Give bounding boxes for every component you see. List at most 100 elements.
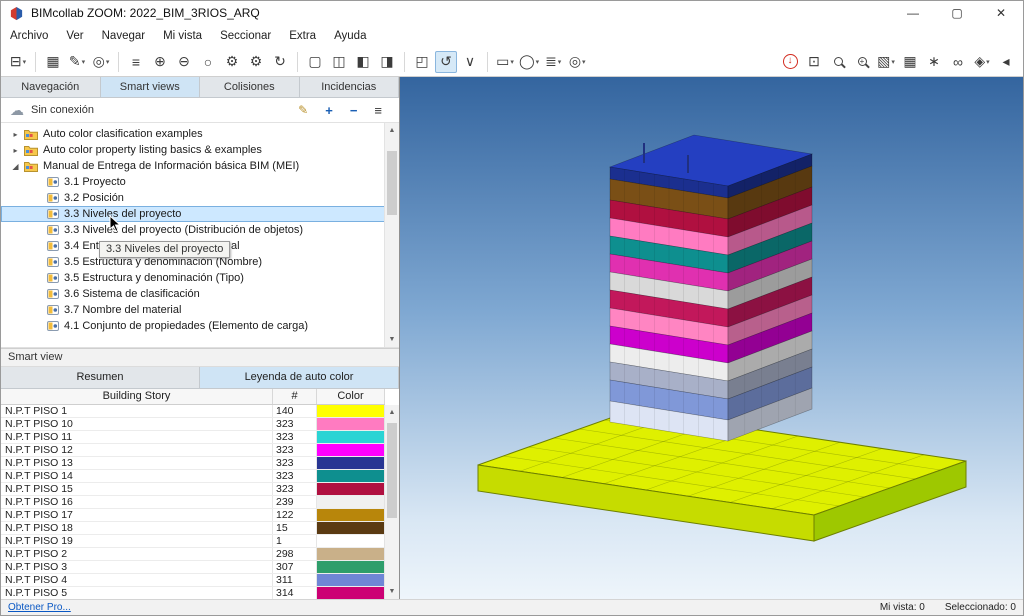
maximize-button[interactable]: ▢	[935, 1, 979, 25]
column-header-count[interactable]: #	[273, 389, 317, 404]
color-swatch	[317, 457, 384, 469]
legend-row-n-p-t-piso-3[interactable]: N.P.T PISO 3307	[1, 561, 385, 574]
legend-row-n-p-t-piso-18[interactable]: N.P.T PISO 1815	[1, 522, 385, 535]
collapse-toolbar-button[interactable]: ◂	[995, 51, 1017, 73]
legend-row-n-p-t-piso-1[interactable]: N.P.T PISO 1140	[1, 405, 385, 418]
tree-item-3-6-sistema-de-clasificaci-n[interactable]: 3.6 Sistema de clasificación	[1, 286, 399, 302]
tag-button[interactable]: ◈▾	[971, 51, 993, 73]
legend-row-n-p-t-piso-12[interactable]: N.P.T PISO 12323	[1, 444, 385, 457]
minimize-button[interactable]: —	[891, 1, 935, 25]
search-plus-button[interactable]: +	[851, 51, 873, 73]
tree-item-auto-color-property-listing-basics-examples[interactable]: ▸Auto color property listing basics & ex…	[1, 142, 399, 158]
tab-incidencias[interactable]: Incidencias	[300, 77, 400, 97]
viewport-3d[interactable]	[400, 77, 1023, 599]
close-button[interactable]: ✕	[979, 1, 1023, 25]
add-smartview-button[interactable]: +	[325, 103, 333, 118]
tree-item-3-3-niveles-del-proyecto[interactable]: 3.3 Niveles del proyecto	[1, 206, 399, 222]
collapse-arrow-icon[interactable]: ◢	[9, 162, 22, 171]
walk-mode-button[interactable]: ∨	[459, 51, 481, 73]
tab-colisiones[interactable]: Colisiones	[200, 77, 300, 97]
zoom-out-button[interactable]: ⊖	[173, 51, 195, 73]
section-box-button[interactable]: ▢	[304, 51, 326, 73]
menu-item-extra[interactable]: Extra	[280, 27, 325, 45]
edit-colors-button[interactable]: ✎▾	[66, 51, 88, 73]
load-issues-button[interactable]: ↓	[779, 51, 801, 73]
zoom-extents-button[interactable]: ⊕	[149, 51, 171, 73]
tree-item-3-2-posici-n[interactable]: 3.2 Posición	[1, 190, 399, 206]
save-button[interactable]: ▦	[42, 51, 64, 73]
tab-navegaci-n[interactable]: Navegación	[1, 77, 101, 97]
scroll-down-icon[interactable]: ▼	[385, 332, 399, 347]
open-model-button[interactable]: ⊟▾	[7, 51, 29, 73]
chevron-down-icon: ▾	[558, 58, 562, 66]
tab-resumen[interactable]: Resumen	[1, 367, 200, 388]
measure-button[interactable]: ▭▾	[494, 51, 516, 73]
table-scrollbar[interactable]: ▲ ▼	[384, 405, 399, 599]
column-header-building-story[interactable]: Building Story	[1, 389, 273, 404]
menu-item-seccionar[interactable]: Seccionar	[211, 27, 280, 45]
legend-row-n-p-t-piso-5[interactable]: N.P.T PISO 5314	[1, 587, 385, 599]
tree-item-auto-color-clasification-examples[interactable]: ▸Auto color clasification examples	[1, 126, 399, 142]
tree-scrollbar[interactable]: ▲ ▼	[384, 123, 399, 347]
legend-row-n-p-t-piso-2[interactable]: N.P.T PISO 2298	[1, 548, 385, 561]
tree-item-4-1-conjunto-de-propiedades-elemento-de-carga[interactable]: 4.1 Conjunto de propiedades (Elemento de…	[1, 318, 399, 334]
tab-leyenda-de-auto-color[interactable]: Leyenda de auto color	[200, 367, 399, 388]
column-header-color[interactable]: Color	[317, 389, 385, 404]
select-box-button[interactable]: ⊡	[803, 51, 825, 73]
tree-item-3-5-estructura-y-denominaci-n-tipo[interactable]: 3.5 Estructura y denominación (Tipo)	[1, 270, 399, 286]
menu-item-ayuda[interactable]: Ayuda	[325, 27, 375, 45]
look-around-button[interactable]: ○	[197, 51, 219, 73]
orbit-button[interactable]: ↺	[435, 51, 457, 73]
color-swatch	[317, 587, 384, 599]
spin-button[interactable]: ⚙	[221, 51, 243, 73]
edit-smartview-button[interactable]: ✎	[298, 103, 308, 117]
menu-item-ver[interactable]: Ver	[57, 27, 92, 45]
legend-count-cell: 323	[273, 483, 317, 495]
expand-arrow-icon[interactable]: ▸	[9, 130, 22, 139]
expand-arrow-icon[interactable]: ▸	[9, 146, 22, 155]
menu-item-mi-vista[interactable]: Mi vista	[154, 27, 211, 45]
scroll-up-icon[interactable]: ▲	[385, 405, 399, 420]
legend-row-n-p-t-piso-16[interactable]: N.P.T PISO 16239	[1, 496, 385, 509]
search-button[interactable]	[827, 51, 849, 73]
components-button[interactable]: ▧▾	[875, 51, 897, 73]
menu-item-archivo[interactable]: Archivo	[1, 27, 57, 45]
tree-item-3-1-proyecto[interactable]: 3.1 Proyecto	[1, 174, 399, 190]
legend-row-n-p-t-piso-13[interactable]: N.P.T PISO 13323	[1, 457, 385, 470]
table-scrollbar-thumb[interactable]	[387, 423, 397, 518]
legend-row-n-p-t-piso-19[interactable]: N.P.T PISO 191	[1, 535, 385, 548]
tree-item-3-3-niveles-del-proyecto-distribuci-n-de-objetos[interactable]: 3.3 Niveles del proyecto (Distribución d…	[1, 222, 399, 238]
legend-row-n-p-t-piso-11[interactable]: N.P.T PISO 11323	[1, 431, 385, 444]
tree-item-3-7-nombre-del-material[interactable]: 3.7 Nombre del material	[1, 302, 399, 318]
toolbar-divider	[487, 52, 488, 72]
line-thickness-button[interactable]: ≣▾	[542, 51, 564, 73]
unfold-box-button[interactable]: ◰	[411, 51, 433, 73]
mouse-options-button[interactable]: ◎▾	[566, 51, 588, 73]
view-glasses-button[interactable]: ∞	[947, 51, 969, 73]
legend-row-n-p-t-piso-4[interactable]: N.P.T PISO 4311	[1, 574, 385, 587]
smartview-menu-button[interactable]: ≡	[374, 103, 382, 118]
legend-row-n-p-t-piso-15[interactable]: N.P.T PISO 15323	[1, 483, 385, 496]
spotlight-button[interactable]: ∗	[923, 51, 945, 73]
preferences-button[interactable]: ⚙	[245, 51, 267, 73]
clip-right-button[interactable]: ◨	[376, 51, 398, 73]
scroll-up-icon[interactable]: ▲	[385, 123, 399, 138]
snapshot-button[interactable]: ▦	[899, 51, 921, 73]
legend-row-n-p-t-piso-14[interactable]: N.P.T PISO 14323	[1, 470, 385, 483]
clip-left-button[interactable]: ◧	[352, 51, 374, 73]
markup-ellipse-button[interactable]: ◯▾	[518, 51, 540, 73]
obtener-pro-link[interactable]: Obtener Pro...	[8, 602, 71, 613]
menu-item-navegar[interactable]: Navegar	[93, 27, 154, 45]
mouse-options-icon: ◎	[569, 53, 581, 70]
reset-view-button[interactable]: ↻	[269, 51, 291, 73]
tree-scrollbar-thumb[interactable]	[387, 151, 397, 215]
section-plane-button[interactable]: ◫	[328, 51, 350, 73]
tab-smart-views[interactable]: Smart views	[101, 77, 201, 97]
legend-row-n-p-t-piso-10[interactable]: N.P.T PISO 10323	[1, 418, 385, 431]
legend-row-n-p-t-piso-17[interactable]: N.P.T PISO 17122	[1, 509, 385, 522]
list-button[interactable]: ≡	[125, 51, 147, 73]
tree-item-manual-de-entrega-de-informaci-n-b-sica-bim-mei[interactable]: ◢Manual de Entrega de Información básica…	[1, 158, 399, 174]
scroll-down-icon[interactable]: ▼	[385, 584, 399, 599]
remove-smartview-button[interactable]: −	[350, 103, 358, 118]
pointer-mode-button[interactable]: ◎▾	[90, 51, 112, 73]
